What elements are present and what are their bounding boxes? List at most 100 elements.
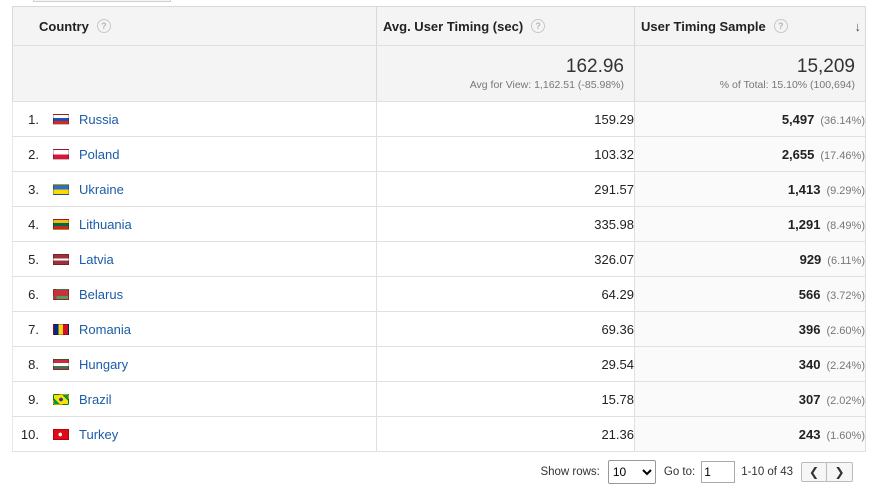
- table-row: 5. Latvia 326.07 929 (6.11%): [12, 241, 866, 277]
- sample-value: 340: [798, 356, 821, 372]
- sample-cell: 307 (2.02%): [634, 381, 866, 417]
- sample-cell: 243 (1.60%): [634, 416, 866, 452]
- help-icon[interactable]: ?: [96, 19, 111, 33]
- country-cell: 4. Lithuania: [12, 206, 377, 242]
- avg-timing-cell: 21.36: [376, 416, 635, 452]
- goto-page-input[interactable]: [701, 461, 736, 483]
- country-column-header[interactable]: Country ?: [12, 6, 377, 46]
- avg-timing-cell: 103.32: [376, 136, 635, 172]
- brazil-flag-icon: [53, 393, 69, 405]
- table-row: 2. Poland 103.32 2,655 (17.46%): [12, 136, 866, 172]
- sample-percent: (9.29%): [826, 184, 865, 197]
- sample-cell: 396 (2.60%): [634, 311, 866, 347]
- show-rows-label: Show rows:: [540, 466, 600, 478]
- row-rank: 2.: [28, 146, 39, 162]
- latvia-flag-icon: [53, 253, 69, 265]
- table-row: 3. Ukraine 291.57 1,413 (9.29%): [12, 171, 866, 207]
- row-rank: 9.: [28, 391, 39, 407]
- help-icon[interactable]: ?: [531, 19, 546, 33]
- previous-page-button[interactable]: ❮: [801, 462, 827, 482]
- country-cell: 8. Hungary: [12, 346, 377, 382]
- country-link[interactable]: Latvia: [79, 252, 114, 267]
- row-rank: 5.: [28, 251, 39, 267]
- sample-cell: 1,291 (8.49%): [634, 206, 866, 242]
- lithuania-flag-icon: [53, 218, 69, 230]
- country-cell: 2. Poland: [12, 136, 377, 172]
- row-rank: 1.: [28, 111, 39, 127]
- help-icon[interactable]: ?: [773, 19, 788, 33]
- sample-value: 307: [798, 391, 821, 407]
- belarus-flag-icon: [53, 288, 69, 300]
- country-link[interactable]: Russia: [79, 112, 119, 127]
- show-rows-select[interactable]: 10: [607, 460, 656, 484]
- row-rank: 7.: [28, 321, 39, 337]
- summary-avg-timing-value: 162.96: [565, 56, 624, 77]
- avg-timing-cell: 159.29: [376, 101, 635, 137]
- table-row: 7. Romania 69.36 396 (2.60%): [12, 311, 866, 347]
- table-row: 9. Brazil 15.78 307 (2.02%): [12, 381, 866, 417]
- sample-cell: 929 (6.11%): [634, 241, 866, 277]
- table-row: 4. Lithuania 335.98 1,291 (8.49%): [12, 206, 866, 242]
- summary-row: 162.96 Avg for View: 1,162.51 (-85.98%) …: [12, 45, 866, 102]
- sample-cell: 5,497 (36.14%): [634, 101, 866, 137]
- avg-timing-cell: 64.29: [376, 276, 635, 312]
- sample-value: 929: [799, 251, 822, 267]
- sort-descending-icon[interactable]: ↓: [855, 19, 862, 34]
- avg-timing-column-header[interactable]: Avg. User Timing (sec) ?: [376, 6, 635, 46]
- avg-timing-cell: 29.54: [376, 346, 635, 382]
- country-cell: 6. Belarus: [12, 276, 377, 312]
- avg-timing-cell: 335.98: [376, 206, 635, 242]
- row-rank: 4.: [28, 216, 39, 232]
- summary-avg-timing-cell: 162.96 Avg for View: 1,162.51 (-85.98%): [376, 45, 635, 102]
- country-cell: 5. Latvia: [12, 241, 377, 277]
- row-rank: 10.: [20, 426, 39, 442]
- sample-value: 1,413: [787, 181, 821, 197]
- summary-sample-subtext: % of Total: 15.10% (100,694): [719, 79, 855, 91]
- sample-percent: (36.14%): [820, 114, 865, 127]
- turkey-flag-icon: [53, 428, 69, 440]
- sample-value: 566: [798, 286, 821, 302]
- sample-value: 5,497: [781, 111, 815, 127]
- country-link[interactable]: Ukraine: [79, 182, 124, 197]
- country-link[interactable]: Lithuania: [79, 217, 132, 232]
- avg-timing-cell: 291.57: [376, 171, 635, 207]
- avg-timing-cell: 69.36: [376, 311, 635, 347]
- country-cell: 1. Russia: [12, 101, 377, 137]
- country-link[interactable]: Poland: [79, 147, 119, 162]
- country-cell: 9. Brazil: [12, 381, 377, 417]
- country-link[interactable]: Brazil: [79, 392, 112, 407]
- goto-label: Go to:: [663, 466, 696, 478]
- sample-percent: (1.60%): [826, 429, 865, 442]
- sample-cell: 2,655 (17.46%): [634, 136, 866, 172]
- sample-percent: (3.72%): [826, 289, 865, 302]
- country-link[interactable]: Belarus: [79, 287, 123, 302]
- pagination-bar: Show rows: 10 Go to: 1-10 of 43 ❮ ❯: [540, 460, 853, 484]
- country-link[interactable]: Hungary: [79, 357, 128, 372]
- sample-cell: 566 (3.72%): [634, 276, 866, 312]
- summary-sample-value: 15,209: [796, 56, 855, 77]
- sample-column-header[interactable]: User Timing Sample ? ↓: [634, 6, 866, 46]
- header-row: Country ? Avg. User Timing (sec) ? User …: [12, 6, 866, 46]
- sample-header-label: User Timing Sample: [641, 18, 766, 34]
- sample-percent: (8.49%): [826, 219, 865, 232]
- poland-flag-icon: [53, 148, 69, 160]
- sample-value: 243: [798, 426, 821, 442]
- avg-timing-header-label: Avg. User Timing (sec): [383, 18, 524, 34]
- row-rank: 8.: [28, 356, 39, 372]
- row-rank: 6.: [28, 286, 39, 302]
- sample-cell: 1,413 (9.29%): [634, 171, 866, 207]
- country-link[interactable]: Romania: [79, 322, 131, 337]
- romania-flag-icon: [53, 323, 69, 335]
- country-cell: 7. Romania: [12, 311, 377, 347]
- summary-empty-cell: [12, 45, 377, 102]
- row-range-text: 1-10 of 43: [741, 466, 793, 478]
- next-page-button[interactable]: ❯: [827, 462, 853, 482]
- summary-avg-timing-subtext: Avg for View: 1,162.51 (-85.98%): [469, 79, 624, 91]
- country-header-label: Country: [39, 18, 89, 34]
- russia-flag-icon: [53, 113, 69, 125]
- row-rank: 3.: [28, 181, 39, 197]
- report-table: Country ? Avg. User Timing (sec) ? User …: [12, 6, 866, 452]
- sample-value: 396: [798, 321, 821, 337]
- country-link[interactable]: Turkey: [79, 427, 118, 442]
- sample-percent: (6.11%): [827, 254, 865, 267]
